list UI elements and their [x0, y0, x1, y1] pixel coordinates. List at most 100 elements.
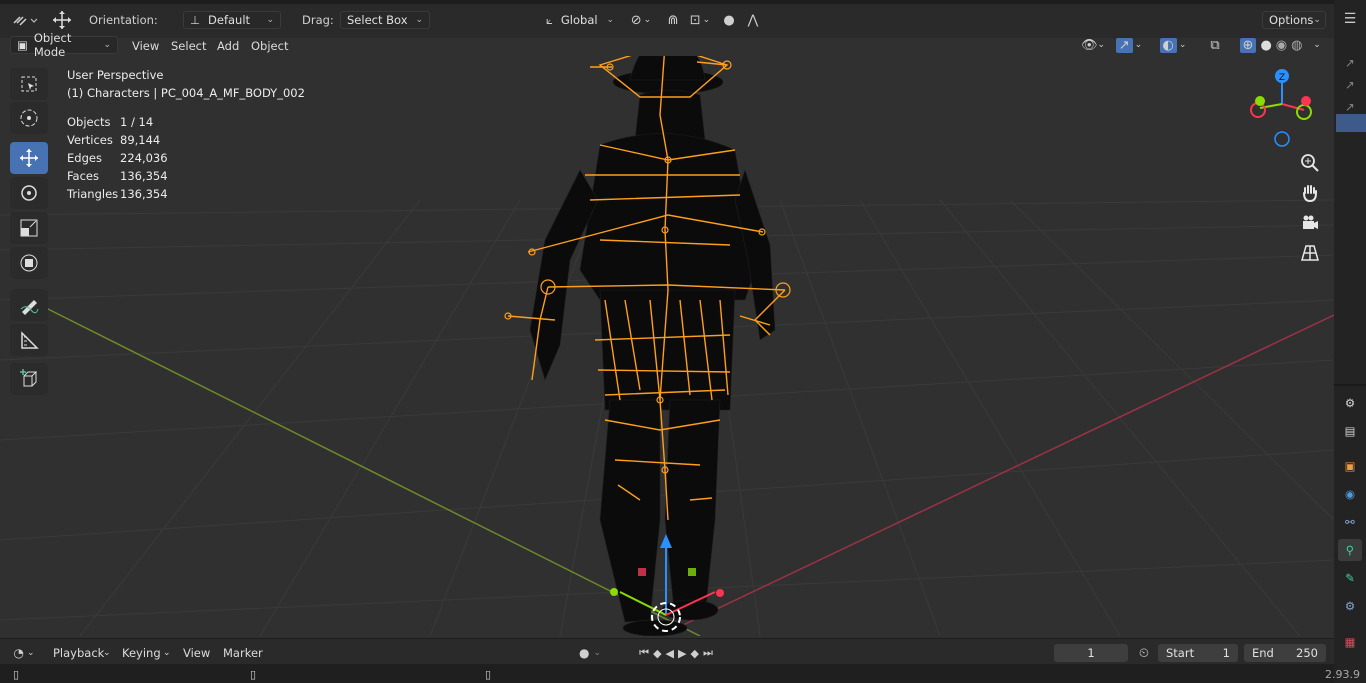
zoom-icon[interactable] [1296, 149, 1324, 177]
perspective-grid-icon[interactable] [1296, 239, 1324, 267]
navigation-gizmo[interactable]: Z [1244, 64, 1320, 154]
stat-label: Faces [67, 169, 99, 183]
orientation-dropdown[interactable]: ⊥ Default ⌄ [183, 11, 281, 29]
menu-marker[interactable]: Marker [223, 646, 263, 660]
stat-label: Vertices [67, 133, 113, 147]
play-icon[interactable]: ▶ [678, 647, 690, 660]
chevron-down-icon: ⌄ [266, 15, 274, 25]
camera-icon[interactable] [1296, 209, 1324, 237]
add-cube-tool[interactable] [10, 363, 48, 395]
overlays-toggle-icon[interactable]: ◐ ⌄ [1158, 36, 1188, 54]
menu-playback[interactable]: Playback [53, 646, 104, 660]
3d-viewport[interactable] [0, 56, 1334, 636]
global-axis-icon: ⟀ [546, 12, 553, 27]
bone-properties-icon[interactable]: ✎ [1338, 567, 1362, 589]
drag-label: Drag: [302, 13, 334, 27]
shading-modes: ⊕ ● ◉ ◍ [1228, 36, 1314, 54]
menu-keying[interactable]: Keying [122, 646, 161, 660]
collection-icon[interactable]: ↗ [1338, 52, 1362, 74]
jump-start-icon[interactable]: ⏮ [639, 646, 653, 660]
menu-view[interactable]: View [132, 39, 159, 53]
snap-target-icon[interactable]: ⊡ ⌄ [686, 11, 714, 29]
wireframe-shading-icon[interactable]: ⊕ [1239, 37, 1257, 53]
drag-value: Select Box [347, 13, 408, 27]
stat-label: Triangles [67, 187, 119, 201]
stat-value: 1 / 14 [120, 115, 154, 129]
measure-tool[interactable] [10, 324, 48, 356]
transform-tool[interactable] [10, 247, 48, 279]
chevron-down-icon: ⌄ [103, 648, 111, 658]
drag-dropdown[interactable]: Select Box ⌄ [340, 11, 430, 29]
menu-add[interactable]: Add [217, 39, 239, 53]
transform-orientation-value: Global [560, 13, 598, 27]
chevron-down-icon: ⌄ [606, 15, 614, 25]
gizmo-y-tip [610, 588, 618, 596]
playback-controls: ⏮ ◆ ◀ ▶ ◆ ⏭ [618, 644, 738, 662]
chevron-down-icon: ⌄ [163, 648, 171, 658]
view-perspective-label: User Perspective [67, 68, 164, 82]
object-properties-icon[interactable]: ▣ [1338, 455, 1362, 477]
editor-type-icon[interactable] [10, 11, 40, 29]
snap-icon[interactable]: ⋒ [662, 11, 684, 29]
solid-shading-icon[interactable]: ● [1260, 38, 1271, 53]
bone-constraints-icon[interactable]: ⚙ [1338, 595, 1362, 617]
mouse-left-icon: ▯ [12, 667, 20, 681]
rotate-tool[interactable] [10, 177, 48, 209]
play-reverse-icon[interactable]: ◀ [666, 647, 678, 660]
current-frame-value: 1 [1087, 646, 1095, 660]
jump-end-icon[interactable]: ⏭ [703, 646, 717, 660]
options-dropdown[interactable]: Options ⌄ [1262, 11, 1326, 29]
xray-toggle-icon[interactable]: ⧉ [1204, 36, 1226, 54]
falloff-icon[interactable]: ⋀ [740, 11, 766, 29]
gizmo-z-label: Z [1279, 73, 1285, 83]
select-box-tool[interactable] [10, 68, 48, 100]
proportional-editing-icon[interactable]: ● [718, 11, 740, 29]
selected-outliner-row[interactable] [1336, 114, 1366, 132]
status-bar [0, 664, 1334, 683]
mode-dropdown[interactable]: ▣ Object Mode ⌄ [10, 31, 118, 59]
scale-tool[interactable] [10, 212, 48, 244]
collection-icon[interactable]: ↗ [1338, 74, 1362, 96]
shading-options-chevron-icon[interactable]: ⌄ [1306, 36, 1328, 54]
outliner-icon[interactable]: ☰ [1338, 8, 1362, 30]
menu-object[interactable]: Object [251, 39, 288, 53]
menu-timeline-view[interactable]: View [183, 646, 210, 660]
move-tool[interactable] [10, 142, 48, 174]
constraints-properties-icon[interactable]: ⚯ [1338, 511, 1362, 533]
gizmo-toggle-icon[interactable]: ↗ ⌄ [1114, 36, 1144, 54]
tool-properties-icon[interactable]: ▤ [1338, 420, 1362, 442]
menu-select[interactable]: Select [171, 39, 206, 53]
mouse-right-icon: ▯ [484, 667, 492, 681]
cursor-tool[interactable] [10, 102, 48, 134]
chevron-down-icon: ⌄ [1313, 15, 1321, 25]
gizmo-yz-plane [688, 568, 696, 576]
end-value: 250 [1296, 646, 1318, 660]
material-shading-icon[interactable]: ◉ [1276, 38, 1287, 53]
auto-keying-icon[interactable]: ● ⌄ [572, 644, 608, 662]
gizmo-x-tip [716, 589, 724, 597]
visibility-icon[interactable]: 👁 ⌄ [1078, 36, 1108, 54]
pan-hand-icon[interactable] [1296, 179, 1324, 207]
transform-orientation-dropdown[interactable]: ⟀ Global ⌄ [540, 11, 620, 29]
chevron-down-icon: ⌄ [415, 15, 423, 25]
preview-range-icon[interactable]: ⏲ [1133, 644, 1155, 662]
chevron-down-icon: ⌄ [103, 40, 111, 50]
end-frame-field[interactable]: End 250 [1244, 644, 1326, 662]
move-tool-icon[interactable] [50, 9, 74, 31]
next-keyframe-icon[interactable]: ◆ [690, 647, 702, 660]
annotate-tool[interactable] [10, 289, 48, 321]
current-frame-field[interactable]: 1 [1054, 644, 1128, 662]
prev-keyframe-icon[interactable]: ◆ [653, 647, 665, 660]
pivot-point-icon[interactable]: ⊘ ⌄ [626, 11, 656, 29]
rendered-shading-icon[interactable]: ◍ [1291, 38, 1302, 53]
properties-editor-icon[interactable]: ⚙ [1338, 392, 1362, 414]
object-data-armature-icon[interactable]: ⚲ [1338, 539, 1362, 561]
timeline-editor-type-icon[interactable]: ◔ ⌄ [8, 644, 40, 662]
x-axis-line [659, 314, 1334, 636]
end-label: End [1252, 646, 1274, 660]
character-mesh [529, 56, 776, 636]
start-frame-field[interactable]: Start 1 [1158, 644, 1238, 662]
physics-properties-icon[interactable]: ◉ [1338, 483, 1362, 505]
texture-properties-icon[interactable]: ▦ [1338, 631, 1362, 653]
y-axis-line [39, 304, 701, 636]
